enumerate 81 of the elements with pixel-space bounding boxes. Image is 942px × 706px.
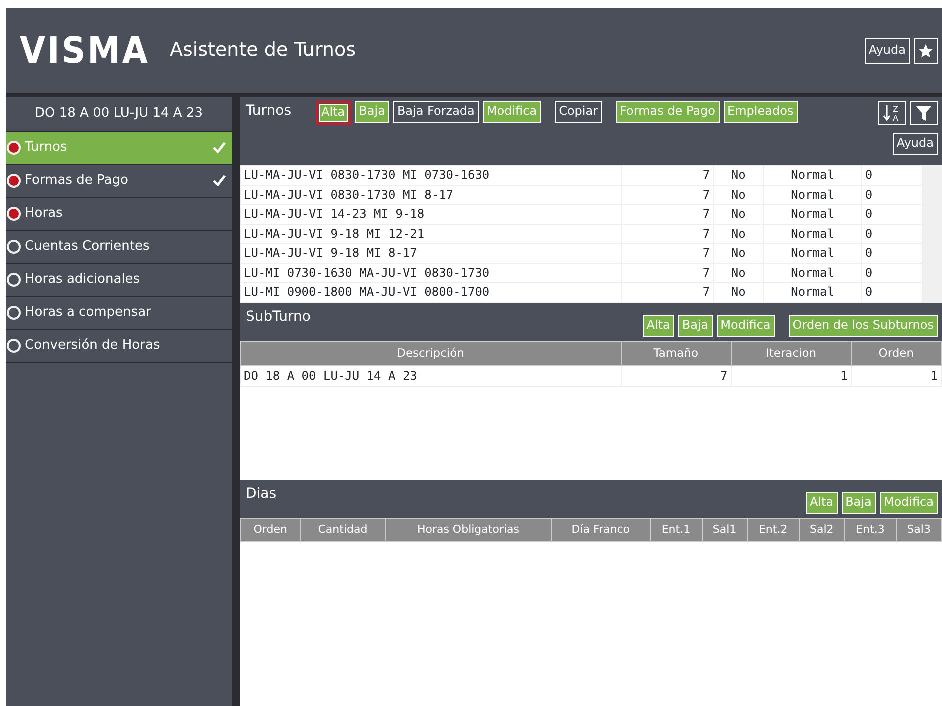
table-cell: 0 bbox=[862, 204, 922, 224]
table-cell: 0 bbox=[862, 282, 922, 302]
table-cell: Normal bbox=[764, 244, 862, 263]
app-title: Asistente de Turnos bbox=[170, 38, 356, 64]
table-cell: No bbox=[714, 244, 764, 263]
column-header: Iteracion bbox=[731, 341, 852, 366]
toolbar-button[interactable]: Modifica bbox=[880, 492, 938, 514]
table-cell: 0 bbox=[862, 224, 922, 244]
table-cell: Normal bbox=[764, 204, 862, 224]
table-cell: No bbox=[714, 204, 764, 224]
table-cell: 7 bbox=[621, 263, 714, 282]
toolbar-button[interactable]: Alta bbox=[806, 492, 838, 514]
table-cell: No bbox=[714, 263, 764, 282]
filter-button[interactable] bbox=[910, 101, 938, 125]
column-header: Orden bbox=[851, 341, 942, 366]
table-cell: No bbox=[714, 282, 764, 302]
column-header: Día Franco bbox=[552, 518, 650, 542]
sidebar-item[interactable]: Turnos bbox=[6, 132, 232, 164]
sort-button[interactable]: Z A bbox=[878, 101, 906, 125]
column-header: Sal3 bbox=[896, 518, 942, 542]
table-cell: 7 bbox=[621, 365, 732, 386]
scrollbar[interactable] bbox=[922, 165, 942, 302]
table-cell: LU-MA-JU-VI 0830-1730 MI 8-17 bbox=[240, 185, 622, 204]
toolbar-button[interactable]: Copiar bbox=[555, 101, 602, 123]
table-cell: Normal bbox=[764, 224, 862, 244]
filter-icon bbox=[914, 104, 934, 122]
help-button[interactable]: Ayuda bbox=[864, 38, 910, 64]
table-cell: No bbox=[714, 166, 764, 185]
table-cell: LU-MA-JU-VI 0830-1730 MI 0730-1630 bbox=[240, 166, 622, 185]
column-header: Sal2 bbox=[800, 518, 844, 542]
column-header: Sal1 bbox=[702, 518, 748, 542]
star-icon bbox=[918, 42, 934, 58]
column-header: Orden bbox=[240, 518, 301, 542]
table-cell: 0 bbox=[862, 263, 922, 282]
column-header: Descripción bbox=[240, 341, 622, 366]
toolbar-button[interactable]: Modifica bbox=[716, 314, 775, 336]
toolbar-button[interactable]: Alta bbox=[316, 101, 352, 125]
toolbar-button[interactable]: Modifica bbox=[482, 101, 542, 123]
table-cell: LU-MI 0730-1630 MA-JU-VI 0830-1730 bbox=[240, 263, 622, 282]
toolbar-button[interactable]: Empleados bbox=[724, 101, 798, 123]
toolbar-button[interactable]: Orden de los Subturnos bbox=[788, 314, 938, 336]
toolbar-button[interactable]: Baja bbox=[842, 492, 876, 514]
table-cell: Normal bbox=[764, 185, 862, 204]
table-cell: 1 bbox=[731, 365, 852, 386]
toolbar-button[interactable]: Baja bbox=[355, 101, 390, 123]
toolbar-button[interactable]: Baja Forzada bbox=[393, 101, 479, 123]
table-cell: Normal bbox=[764, 282, 862, 302]
logo: VISMA bbox=[20, 28, 150, 74]
section-title: Turnos bbox=[246, 102, 292, 121]
toolbar-button[interactable]: Formas de Pago bbox=[616, 101, 720, 123]
table-cell: LU-MA-JU-VI 9-18 MI 12-21 bbox=[240, 224, 622, 244]
table-cell: LU-MI 0900-1800 MA-JU-VI 0800-1700 bbox=[240, 282, 622, 302]
section-title: Dias bbox=[246, 484, 277, 504]
table-cell: 0 bbox=[862, 185, 922, 204]
table-cell: LU-MA-JU-VI 9-18 MI 8-17 bbox=[240, 244, 622, 263]
section-title: SubTurno bbox=[246, 308, 311, 326]
column-header: Horas Obligatorias bbox=[385, 518, 552, 542]
table-cell: 7 bbox=[621, 166, 714, 185]
toolbar-button[interactable]: Alta bbox=[642, 314, 674, 336]
table-cell: 7 bbox=[621, 244, 714, 263]
table-cell: DO 18 A 00 LU-JU 14 A 23 bbox=[240, 365, 622, 386]
table-cell: 7 bbox=[621, 185, 714, 204]
help-button[interactable]: Ayuda bbox=[892, 133, 938, 155]
column-header: Tamaño bbox=[621, 341, 732, 366]
table-cell: Normal bbox=[764, 263, 862, 282]
table-cell: 7 bbox=[621, 204, 714, 224]
table-cell: LU-MA-JU-VI 14-23 MI 9-18 bbox=[240, 204, 622, 224]
column-header: Ent.1 bbox=[650, 518, 702, 542]
toolbar-button[interactable]: Baja bbox=[678, 314, 713, 336]
column-header: Cantidad bbox=[300, 518, 386, 542]
table-cell: Normal bbox=[764, 166, 862, 185]
table-cell: 7 bbox=[621, 282, 714, 302]
table-cell: No bbox=[714, 224, 764, 244]
table-cell: 7 bbox=[621, 224, 714, 244]
column-header: Ent.2 bbox=[747, 518, 800, 542]
column-header: Ent.3 bbox=[844, 518, 897, 542]
table-cell: 0 bbox=[862, 244, 922, 263]
table-cell: No bbox=[714, 185, 764, 204]
table-cell: 1 bbox=[851, 365, 942, 386]
table-cell: 0 bbox=[862, 166, 922, 185]
favorite-button[interactable] bbox=[914, 38, 938, 64]
